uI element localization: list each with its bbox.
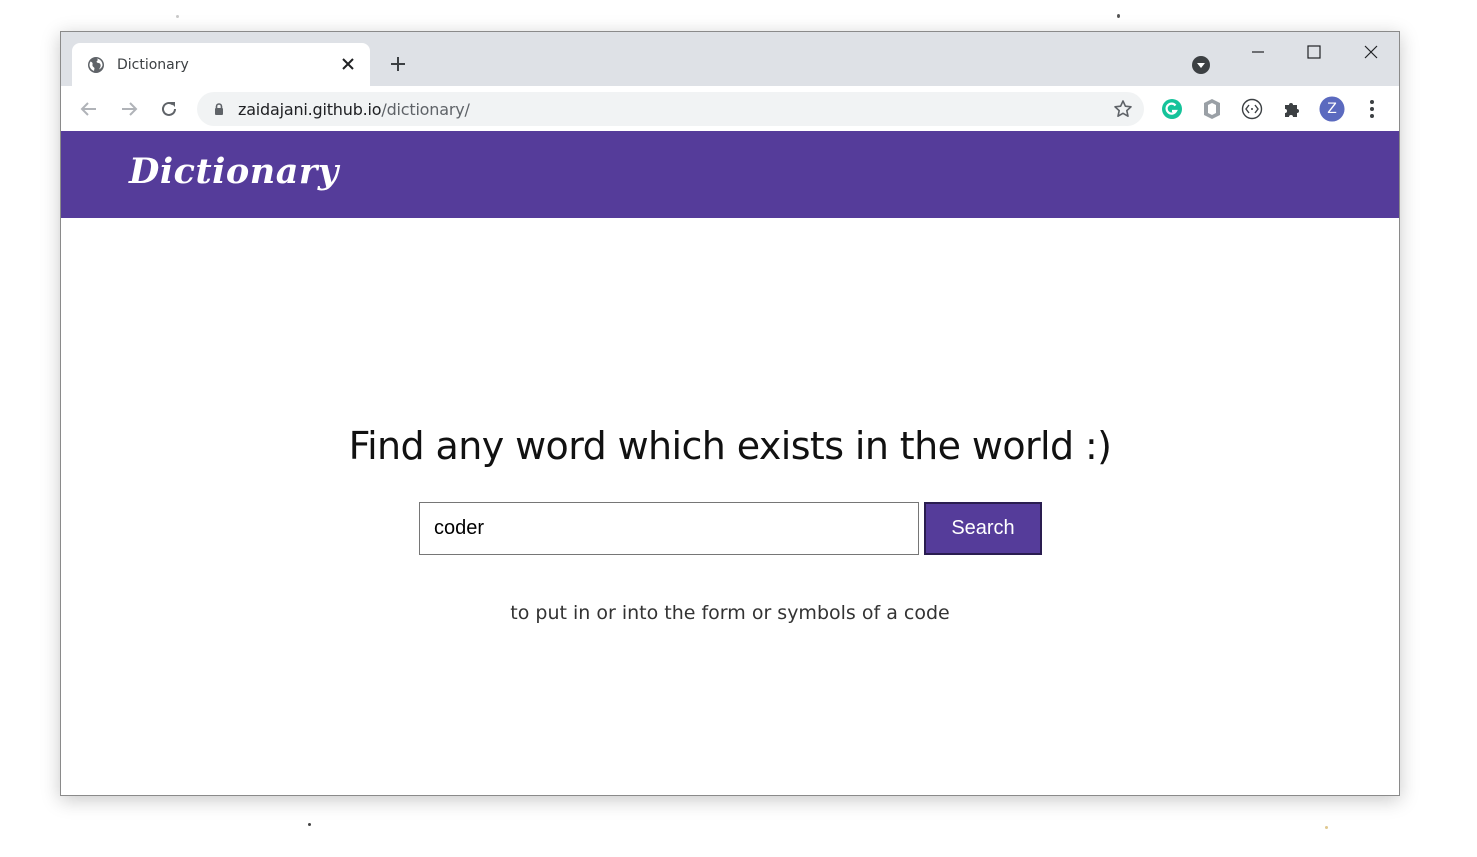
globe-icon	[87, 56, 105, 74]
avatar[interactable]: Z	[1319, 96, 1345, 122]
definition-text: to put in or into the form or symbols of…	[510, 602, 950, 624]
background-speck	[176, 15, 179, 18]
url-host: zaidajani.github.io	[238, 100, 382, 119]
tab-dictionary[interactable]: Dictionary	[72, 43, 370, 86]
close-icon[interactable]	[337, 53, 359, 75]
tab-strip: Dictionary	[61, 32, 1399, 86]
address-bar[interactable]: zaidajani.github.io/dictionary/	[197, 92, 1144, 126]
kebab-menu-icon[interactable]	[1359, 96, 1385, 122]
tab-title: Dictionary	[117, 56, 189, 73]
plus-icon[interactable]	[386, 52, 410, 76]
browser-window: Dictionary zaidajani.github.io/dictionar…	[60, 31, 1400, 796]
extension-icon[interactable]	[1199, 96, 1225, 122]
forward-arrow-icon[interactable]	[115, 95, 143, 123]
background-speck	[308, 823, 311, 826]
avatar-initial: Z	[1327, 101, 1337, 117]
main-content: Find any word which exists in the world …	[61, 218, 1399, 795]
site-header: Dictionary	[61, 131, 1399, 218]
search-button[interactable]: Search	[924, 502, 1042, 555]
page-title: Find any word which exists in the world …	[348, 424, 1112, 468]
site-logo[interactable]: Dictionary	[129, 151, 339, 192]
lock-icon[interactable]	[212, 102, 226, 116]
reload-icon[interactable]	[155, 95, 183, 123]
back-arrow-icon[interactable]	[75, 95, 103, 123]
search-input[interactable]	[419, 502, 919, 555]
star-icon[interactable]	[1112, 98, 1134, 120]
background-speck	[1117, 14, 1120, 18]
maximize-icon[interactable]	[1294, 39, 1334, 65]
url-text[interactable]: zaidajani.github.io/dictionary/	[238, 100, 470, 119]
media-control-icon[interactable]	[1191, 55, 1211, 75]
grammarly-icon[interactable]	[1159, 96, 1185, 122]
browser-toolbar: zaidajani.github.io/dictionary/ Z	[61, 86, 1399, 132]
close-window-icon[interactable]	[1351, 39, 1391, 65]
puzzle-icon[interactable]	[1279, 96, 1305, 122]
devtools-extension-icon[interactable]	[1239, 96, 1265, 122]
minimize-icon[interactable]	[1238, 39, 1278, 65]
background-speck	[1325, 826, 1328, 829]
url-path: /dictionary/	[381, 100, 470, 119]
